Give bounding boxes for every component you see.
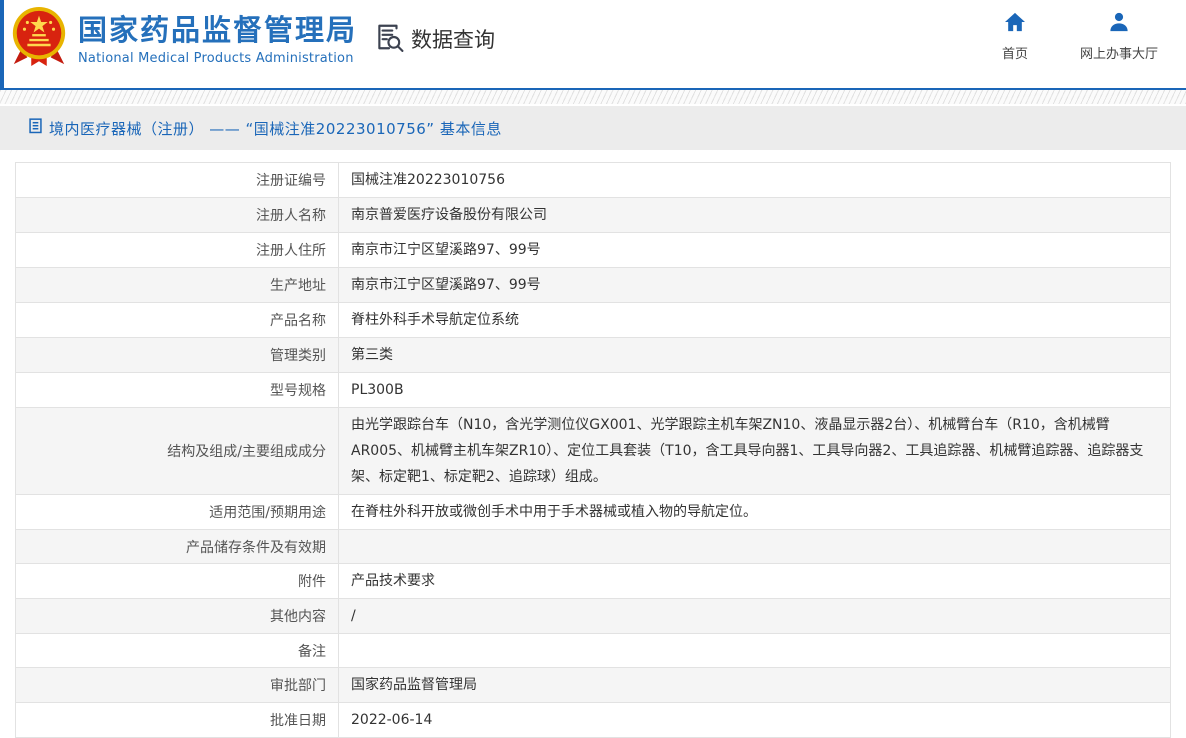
row-label: 结构及组成/主要组成成分	[16, 408, 339, 494]
row-label: 注册人名称	[16, 198, 339, 232]
row-label: 型号规格	[16, 373, 339, 407]
row-value: 产品技术要求	[339, 564, 1170, 598]
row-value	[339, 530, 1170, 563]
data-query-label: 数据查询	[411, 24, 495, 54]
row-label: 批准日期	[16, 703, 339, 737]
row-value: PL300B	[339, 373, 1170, 407]
row-value: 南京普爱医疗设备股份有限公司	[339, 198, 1170, 232]
row-label: 其他内容	[16, 599, 339, 633]
table-row: 注册人住所南京市江宁区望溪路97、99号	[16, 233, 1170, 268]
row-value: 南京市江宁区望溪路97、99号	[339, 233, 1170, 267]
top-nav: 首页 网上办事大厅	[1002, 12, 1158, 62]
row-label: 适用范围/预期用途	[16, 495, 339, 529]
table-row: 生产地址南京市江宁区望溪路97、99号	[16, 268, 1170, 303]
row-value: 国家药品监督管理局	[339, 668, 1170, 702]
nav-home-label: 首页	[1002, 43, 1028, 62]
nav-item-home[interactable]: 首页	[1002, 12, 1028, 62]
info-table: 注册证编号国械注准20223010756注册人名称南京普爱医疗设备股份有限公司注…	[15, 162, 1171, 738]
row-value: 在脊柱外科开放或微创手术中用于手术器械或植入物的导航定位。	[339, 495, 1170, 529]
striped-band	[0, 90, 1186, 104]
home-icon	[1004, 12, 1026, 36]
row-value	[339, 634, 1170, 667]
row-value: 南京市江宁区望溪路97、99号	[339, 268, 1170, 302]
table-row: 产品名称脊柱外科手术导航定位系统	[16, 303, 1170, 338]
table-row: 其他内容/	[16, 599, 1170, 634]
row-value: 国械注准20223010756	[339, 163, 1170, 197]
row-label: 管理类别	[16, 338, 339, 372]
data-query-entry[interactable]: 数据查询	[374, 22, 495, 56]
table-row: 批准日期2022-06-14	[16, 703, 1170, 738]
row-value: 由光学跟踪台车（N10，含光学测位仪GX001、光学跟踪主机车架ZN10、液晶显…	[339, 408, 1170, 494]
row-label: 产品名称	[16, 303, 339, 337]
header-accent-strip	[0, 0, 4, 88]
site-title-en: National Medical Products Administration	[78, 51, 357, 66]
row-label: 审批部门	[16, 668, 339, 702]
breadcrumb: 境内医疗器械（注册） —— “国械注准20223010756” 基本信息	[0, 106, 1186, 150]
row-value: 脊柱外科手术导航定位系统	[339, 303, 1170, 337]
table-row: 审批部门国家药品监督管理局	[16, 668, 1170, 703]
person-icon	[1108, 12, 1130, 36]
row-label: 产品储存条件及有效期	[16, 530, 339, 563]
table-row: 管理类别第三类	[16, 338, 1170, 373]
row-label: 附件	[16, 564, 339, 598]
table-row: 注册证编号国械注准20223010756	[16, 163, 1170, 198]
table-row: 产品储存条件及有效期	[16, 530, 1170, 564]
table-row: 型号规格PL300B	[16, 373, 1170, 408]
row-label: 备注	[16, 634, 339, 667]
page: 国家药品监督管理局 National Medical Products Admi…	[0, 0, 1186, 714]
site-header: 国家药品监督管理局 National Medical Products Admi…	[0, 0, 1186, 88]
row-label: 注册证编号	[16, 163, 339, 197]
table-row: 附件产品技术要求	[16, 564, 1170, 599]
row-label: 生产地址	[16, 268, 339, 302]
table-row: 适用范围/预期用途在脊柱外科开放或微创手术中用于手术器械或植入物的导航定位。	[16, 495, 1170, 530]
row-value: 2022-06-14	[339, 703, 1170, 737]
document-search-icon	[374, 22, 404, 56]
row-value: /	[339, 599, 1170, 633]
row-value: 第三类	[339, 338, 1170, 372]
breadcrumb-text: 境内医疗器械（注册） —— “国械注准20223010756” 基本信息	[49, 118, 502, 139]
nav-item-service-hall[interactable]: 网上办事大厅	[1080, 12, 1158, 62]
brand-block[interactable]: 国家药品监督管理局 National Medical Products Admi…	[78, 13, 357, 66]
nav-service-hall-label: 网上办事大厅	[1080, 43, 1158, 62]
row-label: 注册人住所	[16, 233, 339, 267]
table-row: 结构及组成/主要组成成分由光学跟踪台车（N10，含光学测位仪GX001、光学跟踪…	[16, 408, 1170, 495]
national-emblem-icon[interactable]	[8, 4, 70, 68]
document-icon	[28, 118, 43, 138]
table-row: 备注	[16, 634, 1170, 668]
table-row: 注册人名称南京普爱医疗设备股份有限公司	[16, 198, 1170, 233]
site-title-cn: 国家药品监督管理局	[78, 13, 357, 47]
